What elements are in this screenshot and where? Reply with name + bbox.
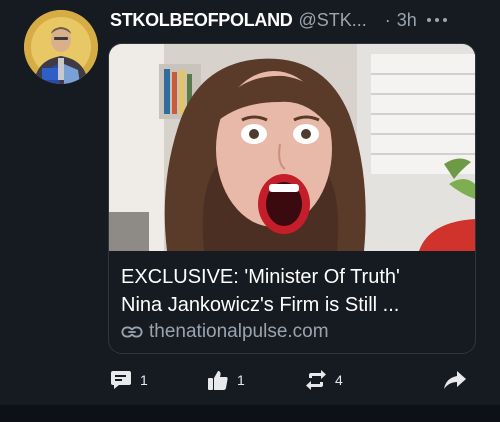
thumbs-up-icon [208,371,228,390]
share-arrow-icon [444,371,466,389]
link-preview-card[interactable]: EXCLUSIVE: 'Minister Of Truth' Nina Jank… [108,43,476,354]
link-card-domain: thenationalpulse.com [149,321,329,342]
post-header: STKOLBEOFPOLAND @STK... · 3h [110,8,484,32]
repost-icon [306,370,326,390]
link-card-title-line-1: EXCLUSIVE: 'Minister Of Truth' [121,266,400,288]
link-preview-image [109,44,475,251]
link-card-title-line-2: Nina Jankowicz's Firm is Still ... [121,294,400,316]
repost-count: 4 [335,372,343,388]
reply-count: 1 [140,372,148,388]
bottom-divider [0,405,500,422]
saint-portrait-avatar [24,10,98,84]
link-card-title[interactable]: EXCLUSIVE: 'Minister Of Truth' Nina Jank… [121,263,466,319]
share-button[interactable] [443,369,467,391]
separator-dot: · [384,9,391,30]
author-display-name[interactable]: STKOLBEOFPOLAND [110,10,293,31]
post-timestamp[interactable]: 3h [397,10,417,31]
like-count: 1 [237,372,245,388]
author-handle[interactable]: @STK... [299,10,367,31]
post[interactable]: STKOLBEOFPOLAND @STK... · 3h EXCLUSIVE: … [0,0,500,405]
link-icon [121,326,143,338]
avatar[interactable] [24,10,98,84]
post-actions: 1 1 4 [0,363,500,397]
reply-button[interactable]: 1 [110,369,148,391]
comment-icon [111,371,131,389]
ellipsis-icon[interactable] [426,10,447,30]
repost-button[interactable]: 4 [305,369,343,391]
link-card-domain-row[interactable]: thenationalpulse.com [121,321,329,343]
like-button[interactable]: 1 [207,369,245,391]
